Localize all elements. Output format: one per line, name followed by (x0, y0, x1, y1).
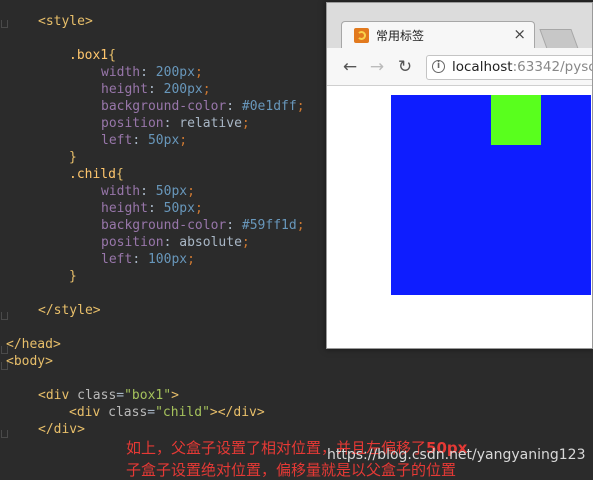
prop-name: background-color (101, 218, 227, 233)
prop-name: height (101, 201, 148, 216)
code-line-box1-position: position: relative; (101, 116, 250, 131)
tag-name: div (45, 388, 70, 403)
code-line-style-close: </style> (38, 303, 101, 318)
unit: px (187, 82, 203, 97)
favicon-icon (354, 28, 369, 43)
unit: px (179, 65, 195, 80)
code-line-box1-selector: .box1{ (69, 48, 116, 63)
new-tab-button[interactable] (539, 29, 579, 49)
attr-value: "child" (155, 405, 210, 420)
prop-value: 200 (163, 82, 188, 97)
watermark: https://blog.csdn.net/yangyaning123 (327, 447, 586, 463)
code-line-brace: } (69, 150, 77, 165)
code-line-box1-bg: background-color: #0e1dff; (101, 99, 305, 114)
prop-value: #59ff1d (241, 218, 297, 233)
tab-title: 常用标签 (376, 29, 425, 43)
forward-button[interactable]: → (367, 57, 387, 77)
url-host: localhost (452, 59, 513, 75)
browser-tab[interactable]: 常用标签 × (341, 21, 535, 49)
code-line-brace: } (69, 269, 77, 284)
fold-marker[interactable] (1, 430, 8, 438)
prop-value: 100 (147, 252, 172, 267)
code-line-div-child: <div class="child"></div> (69, 405, 265, 420)
code-line-child-left: left: 100px; (101, 252, 195, 267)
address-bar[interactable]: i localhost:63342/pysc (426, 55, 593, 80)
attr-name: class (108, 405, 148, 420)
code-line-child-height: height: 50px; (101, 201, 203, 216)
page-viewport (327, 86, 592, 348)
tab-bar: 常用标签 × (327, 3, 592, 49)
unit: px (179, 201, 195, 216)
prop-value: #0e1dff (241, 99, 297, 114)
attr-name: class (77, 388, 117, 403)
prop-name: background-color (101, 99, 227, 114)
tag-name: div (233, 405, 257, 420)
prop-name: width (101, 65, 141, 80)
attr-value: "box1" (124, 388, 172, 403)
prop-name: position (101, 116, 164, 131)
code-line-box1-height: height: 200px; (101, 82, 211, 97)
prop-name: position (101, 235, 164, 250)
prop-name: left (101, 133, 133, 148)
prop-name: height (101, 82, 148, 97)
child-box (491, 95, 541, 145)
prop-value: 50 (155, 184, 172, 199)
tag-name: div (76, 405, 101, 420)
unit: px (171, 252, 188, 267)
code-line-style-open: <style> (38, 14, 93, 29)
code-line-box1-width: width: 200px; (101, 65, 203, 80)
browser-window: 常用标签 × ← → ↻ i localhost:63342/pysc (326, 2, 593, 349)
fold-marker[interactable] (1, 20, 8, 28)
info-icon[interactable]: i (432, 60, 445, 73)
url-port-path: :63342/pysc (512, 59, 593, 75)
browser-toolbar: ← → ↻ i localhost:63342/pysc (327, 48, 592, 86)
code-line-child-selector: .child{ (69, 167, 124, 182)
prop-name: width (101, 184, 141, 199)
code-line-child-bg: background-color: #59ff1d; (101, 218, 305, 233)
prop-value: absolute (179, 235, 242, 250)
prop-value: 50 (147, 133, 164, 148)
box1-parent-box (391, 95, 591, 295)
unit: px (171, 184, 188, 199)
selector-box1: .box1 (69, 48, 109, 63)
code-line-head-close: </head> (6, 337, 61, 352)
code-line-child-position: position: absolute; (101, 235, 250, 250)
back-button[interactable]: ← (340, 57, 360, 77)
prop-name: left (101, 252, 133, 267)
code-line-box1-left: left: 50px; (101, 133, 188, 148)
selector-child: .child (69, 167, 116, 182)
code-line-body-open: <body> (6, 354, 53, 369)
fold-marker[interactable] (1, 312, 8, 320)
url-text[interactable]: localhost:63342/pysc (452, 59, 593, 75)
close-tab-icon[interactable]: × (513, 25, 526, 43)
prop-value: relative (179, 116, 242, 131)
code-line-child-width: width: 50px; (101, 184, 195, 199)
code-line-div-close: </div> (38, 422, 85, 437)
code-line-div-box1: <div class="box1"> (38, 388, 179, 403)
prop-value: 50 (163, 201, 180, 216)
reload-button[interactable]: ↻ (395, 57, 415, 77)
prop-value: 200 (155, 65, 180, 80)
unit: px (163, 133, 180, 148)
